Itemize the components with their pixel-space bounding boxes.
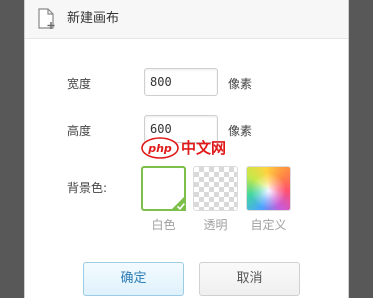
new-file-icon xyxy=(37,8,57,30)
height-unit-label: 像素 xyxy=(228,124,253,138)
page-backdrop-left xyxy=(0,0,24,298)
custom-option-label: 自定义 xyxy=(250,218,287,232)
height-label: 高度 xyxy=(67,124,92,138)
custom-background-option[interactable] xyxy=(246,166,291,211)
width-unit-label: 像素 xyxy=(228,77,253,91)
white-option-label: 白色 xyxy=(151,218,176,232)
cancel-button[interactable]: 取消 xyxy=(199,262,300,296)
php-logo-text: php xyxy=(147,142,172,155)
background-color-label: 背景色: xyxy=(67,181,108,195)
ok-button[interactable]: 确定 xyxy=(83,262,184,296)
page-backdrop-right xyxy=(349,0,373,298)
watermark-site-name: 中文网 xyxy=(181,139,227,157)
width-label: 宽度 xyxy=(67,77,92,91)
transparent-background-option[interactable] xyxy=(193,166,238,211)
white-background-option[interactable] xyxy=(141,166,186,211)
dialog-titlebar: 新建画布 xyxy=(25,0,348,39)
new-canvas-dialog: 新建画布 宽度 像素 高度 像素 背景色: 白色 透明 自定义 确定 取消 ph… xyxy=(24,0,349,298)
php-logo-icon: php xyxy=(141,137,179,159)
width-input[interactable] xyxy=(144,68,218,96)
transparent-option-label: 透明 xyxy=(203,218,228,232)
dialog-title: 新建画布 xyxy=(67,11,120,26)
selected-check-icon xyxy=(170,195,186,211)
